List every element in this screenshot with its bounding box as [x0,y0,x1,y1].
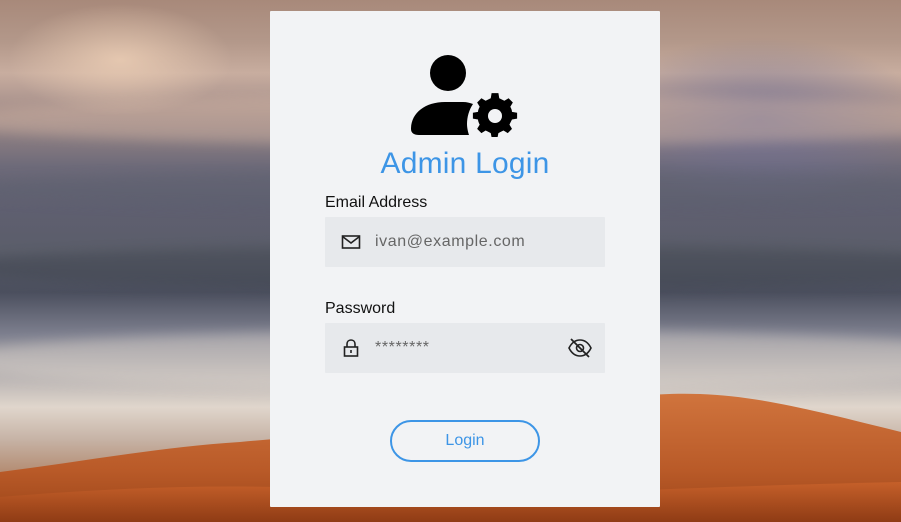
admin-settings-icon [411,55,518,137]
email-input[interactable] [375,217,565,267]
page-title: Admin Login [380,147,550,180]
email-field-wrapper [325,217,605,267]
mail-icon [341,235,361,249]
lock-icon [343,339,359,357]
eye-slash-icon[interactable] [567,336,593,360]
password-input[interactable] [375,323,565,373]
login-button[interactable]: Login [390,420,540,462]
login-card: Admin Login Email Address Password Login [270,11,660,507]
password-field-wrapper [325,323,605,373]
email-label: Email Address [325,194,428,211]
password-label: Password [325,300,396,317]
